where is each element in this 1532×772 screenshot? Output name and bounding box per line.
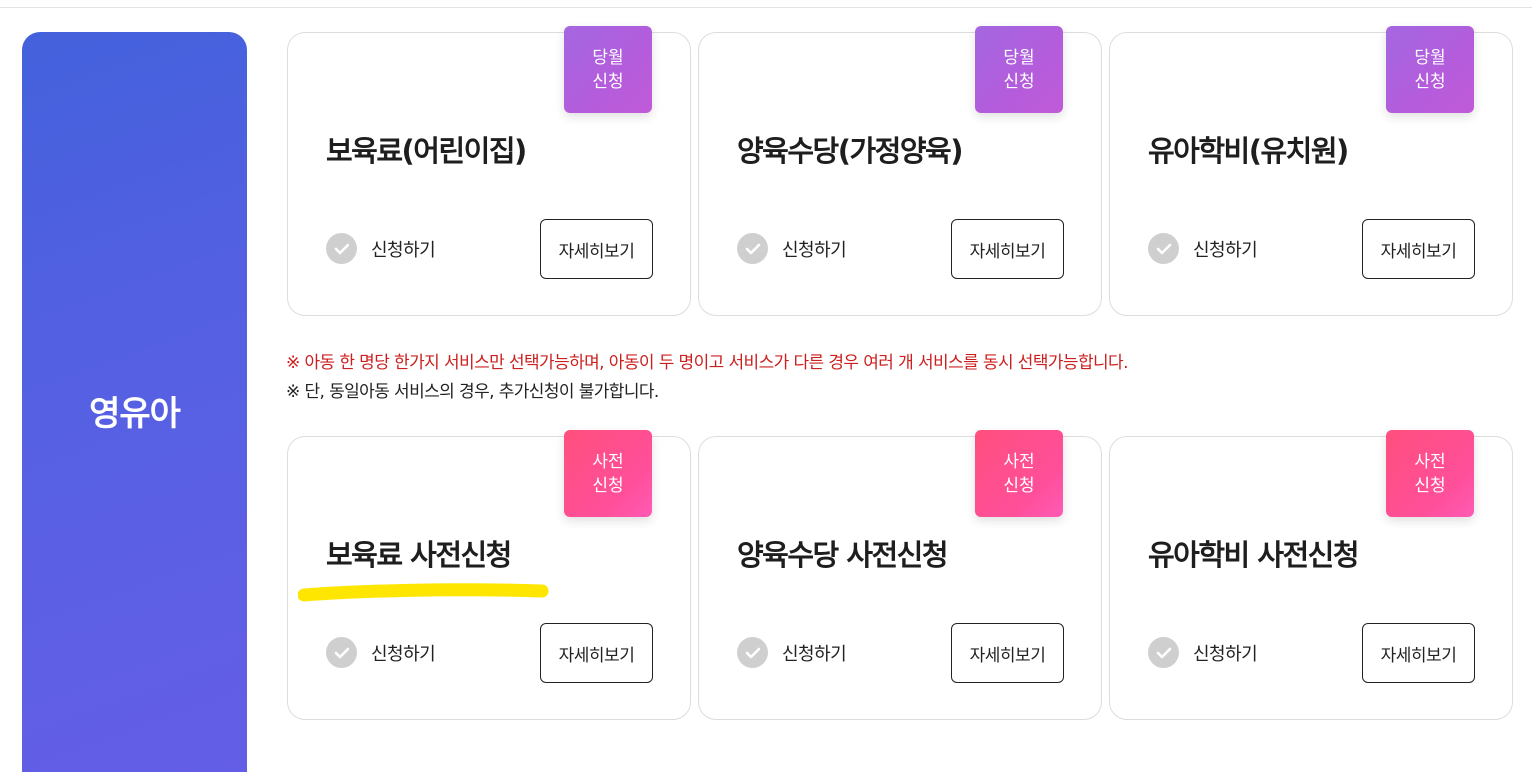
- service-card-kindergarten-fee: 당월 신청 유아학비(유치원) 신청하기 자세히보기: [1109, 26, 1513, 316]
- check-circle-icon[interactable]: [1148, 233, 1179, 264]
- category-label: 영유아: [89, 393, 181, 434]
- apply-option[interactable]: 신청하기: [1148, 637, 1258, 668]
- service-card-kindergarten-pre-apply: 사전 신청 유아학비 사전신청 신청하기 자세히보기: [1109, 430, 1513, 720]
- apply-label: 신청하기: [1193, 239, 1258, 261]
- pre-apply-badge: 사전 신청: [564, 430, 652, 517]
- current-month-badge: 당월 신청: [564, 26, 652, 113]
- category-panel: 영유아: [22, 32, 247, 772]
- details-button[interactable]: 자세히보기: [540, 623, 653, 683]
- service-card-home-care-allowance: 당월 신청 양육수당(가정양육) 신청하기 자세히보기: [698, 26, 1102, 316]
- check-circle-icon[interactable]: [326, 637, 357, 668]
- apply-option[interactable]: 신청하기: [737, 233, 847, 264]
- notice-line-1: ※ 아동 한 명당 한가지 서비스만 선택가능하며, 아동이 두 명이고 서비스…: [286, 353, 1128, 373]
- apply-label: 신청하기: [1193, 643, 1258, 665]
- notice-block: ※ 아동 한 명당 한가지 서비스만 선택가능하며, 아동이 두 명이고 서비스…: [286, 349, 1128, 407]
- apply-label: 신청하기: [782, 643, 847, 665]
- apply-label: 신청하기: [371, 239, 436, 261]
- details-button[interactable]: 자세히보기: [951, 219, 1064, 279]
- apply-label: 신청하기: [371, 643, 436, 665]
- check-circle-icon[interactable]: [1148, 637, 1179, 668]
- current-month-badge: 당월 신청: [975, 26, 1063, 113]
- notice-line-2: ※ 단, 동일아동 서비스의 경우, 추가신청이 불가합니다.: [286, 382, 659, 402]
- card-title: 유아학비(유치원): [1148, 134, 1349, 168]
- card-title: 보육료 사전신청: [326, 538, 512, 572]
- apply-option[interactable]: 신청하기: [737, 637, 847, 668]
- card-title: 양육수당(가정양육): [737, 134, 963, 168]
- apply-option[interactable]: 신청하기: [1148, 233, 1258, 264]
- pre-apply-badge: 사전 신청: [1386, 430, 1474, 517]
- check-circle-icon[interactable]: [737, 233, 768, 264]
- apply-label: 신청하기: [782, 239, 847, 261]
- card-title: 양육수당 사전신청: [737, 538, 949, 572]
- current-month-badge: 당월 신청: [1386, 26, 1474, 113]
- card-title: 보육료(어린이집): [326, 134, 527, 168]
- service-card-childcare-pre-apply: 사전 신청 보육료 사전신청 신청하기 자세히보기: [287, 430, 691, 720]
- apply-option[interactable]: 신청하기: [326, 637, 436, 668]
- details-button[interactable]: 자세히보기: [951, 623, 1064, 683]
- apply-option[interactable]: 신청하기: [326, 233, 436, 264]
- service-card-home-care-pre-apply: 사전 신청 양육수당 사전신청 신청하기 자세히보기: [698, 430, 1102, 720]
- details-button[interactable]: 자세히보기: [540, 219, 653, 279]
- check-circle-icon[interactable]: [737, 637, 768, 668]
- highlight-underline: [298, 583, 549, 602]
- top-divider: [0, 7, 1532, 8]
- pre-apply-badge: 사전 신청: [975, 430, 1063, 517]
- details-button[interactable]: 자세히보기: [1362, 623, 1475, 683]
- details-button[interactable]: 자세히보기: [1362, 219, 1475, 279]
- check-circle-icon[interactable]: [326, 233, 357, 264]
- card-title: 유아학비 사전신청: [1148, 538, 1360, 572]
- service-card-childcare-fee: 당월 신청 보육료(어린이집) 신청하기 자세히보기: [287, 26, 691, 316]
